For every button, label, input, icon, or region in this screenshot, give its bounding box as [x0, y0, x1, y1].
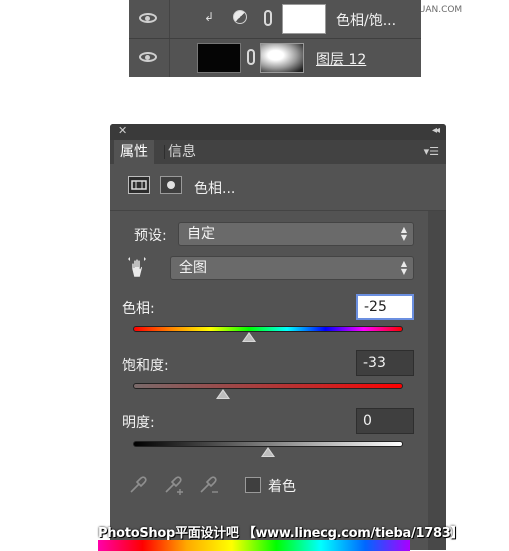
layer-mask-thumbnail[interactable]	[282, 4, 326, 34]
eyedropper-icon[interactable]	[128, 475, 148, 499]
saturation-input[interactable]: -33	[356, 350, 414, 376]
link-chain-icon[interactable]	[247, 49, 255, 65]
lightness-label: 明度:	[122, 415, 155, 431]
adjustment-header: 色相...	[110, 164, 446, 211]
panel-menu-icon[interactable]: ▾☰	[424, 145, 439, 158]
tab-properties[interactable]: 属性	[114, 140, 154, 164]
tab-bar: 属性 信息 ▾☰	[110, 140, 446, 164]
saturation-bar	[133, 383, 403, 389]
lightness-input[interactable]: 0	[356, 408, 414, 434]
layer-mask-thumbnail[interactable]	[260, 43, 304, 73]
updown-arrows-icon: ▲ ▼	[400, 259, 407, 276]
rainbow-strip	[98, 540, 410, 551]
range-value: 全图	[179, 260, 207, 276]
preset-label: 预设:	[134, 228, 167, 244]
hue-saturation-icon[interactable]	[128, 176, 150, 194]
eyedropper-minus-icon[interactable]	[198, 475, 220, 501]
visibility-toggle[interactable]	[129, 39, 170, 77]
hand-adjust-icon[interactable]	[126, 255, 150, 279]
updown-arrows-icon: ▲ ▼	[400, 225, 407, 242]
adjustment-layer-icon	[233, 10, 247, 24]
clipping-arrow-icon: ↲	[204, 10, 215, 24]
panel-titlebar[interactable]: ✕ ◂◂	[110, 124, 446, 140]
link-chain-icon[interactable]	[264, 10, 272, 26]
layer-thumbnail[interactable]	[197, 43, 241, 73]
adjustment-title: 色相...	[194, 181, 236, 197]
preset-value: 自定	[187, 226, 215, 242]
colorize-label: 着色	[268, 479, 296, 495]
hue-label: 色相:	[122, 301, 155, 317]
hue-slider-thumb[interactable]	[242, 332, 257, 342]
preset-select[interactable]: 自定 ▲ ▼	[178, 222, 414, 246]
visibility-toggle[interactable]	[129, 0, 170, 38]
collapse-icon[interactable]: ◂◂	[432, 125, 440, 136]
layer-name[interactable]: 图层 12	[316, 49, 366, 69]
layers-panel: ↲ 色相/饱... 图层 12	[129, 0, 421, 77]
layer-row-hue-sat[interactable]: ↲ 色相/饱...	[129, 0, 421, 39]
layer-row-12[interactable]: 图层 12	[129, 39, 421, 77]
watermark-bottom: PhotoShop平面设计吧 【www.linecg.com/tieba/178…	[98, 526, 464, 541]
properties-panel: ✕ ◂◂ 属性 信息 ▾☰ 色相... 预设: 自定 ▲ ▼ 全图 ▲ ▼ 色相: …	[110, 124, 446, 550]
colorize-checkbox[interactable]	[245, 477, 261, 493]
eye-icon[interactable]	[139, 52, 157, 62]
tab-info[interactable]: 信息	[162, 140, 202, 164]
close-icon[interactable]: ✕	[118, 124, 127, 137]
hue-input[interactable]: -25	[356, 294, 414, 320]
lightness-slider-thumb[interactable]	[261, 447, 275, 457]
hue-spectrum-bar	[133, 326, 403, 332]
layer-name[interactable]: 色相/饱...	[336, 10, 396, 30]
saturation-label: 饱和度:	[122, 358, 169, 374]
eyedropper-plus-icon[interactable]	[163, 475, 185, 501]
mask-icon[interactable]	[160, 176, 182, 194]
eye-icon[interactable]	[139, 13, 157, 23]
saturation-slider-thumb[interactable]	[216, 389, 231, 399]
range-select[interactable]: 全图 ▲ ▼	[170, 256, 414, 280]
scrollbar[interactable]	[428, 211, 446, 550]
